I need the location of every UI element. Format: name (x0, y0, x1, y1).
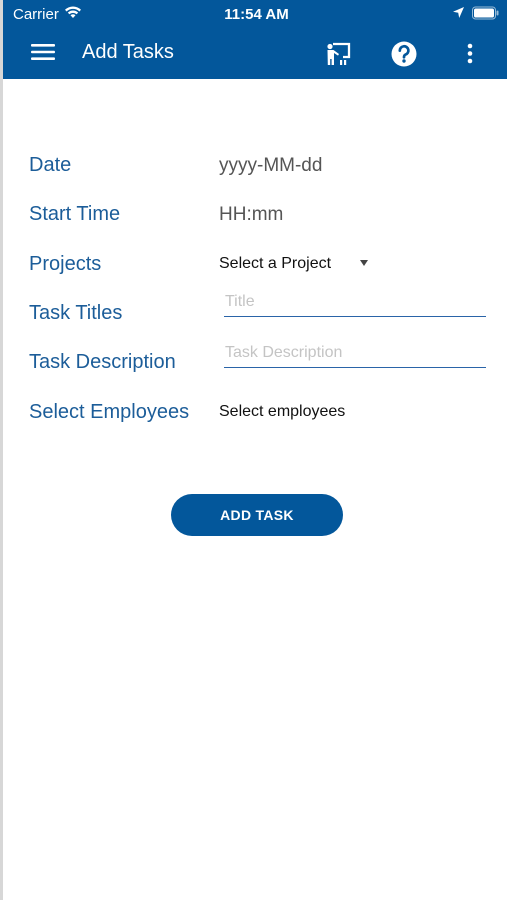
presentation-board-icon (324, 42, 354, 73)
add-tasks-screen: Carrier 11:54 AM Add Tasks Date yyyy-MM-… (0, 0, 507, 900)
date-picker[interactable]: yyyy-MM-dd (219, 155, 322, 177)
start-time-picker[interactable]: HH:mm (219, 204, 283, 226)
employees-selector[interactable]: Select employees (219, 403, 345, 421)
task-description-label: Task Description (29, 351, 176, 373)
board-button[interactable] (324, 39, 354, 69)
hamburger-menu-icon (31, 43, 55, 66)
task-title-input[interactable] (224, 287, 486, 317)
date-label: Date (29, 154, 72, 176)
select-employees-label: Select Employees (29, 401, 190, 423)
projects-dropdown[interactable]: Select a Project (219, 255, 331, 273)
add-task-button[interactable]: ADD TASK (171, 494, 343, 536)
more-options-button[interactable] (459, 39, 481, 69)
battery-icon (472, 6, 500, 25)
menu-button[interactable] (27, 40, 59, 68)
help-button[interactable] (389, 39, 419, 69)
start-time-label: Start Time (29, 203, 121, 225)
task-titles-label: Task Titles (29, 302, 123, 324)
projects-label: Projects (29, 253, 102, 275)
clock: 11:54 AM (224, 6, 289, 23)
help-icon (389, 41, 419, 73)
dropdown-arrow-icon[interactable] (360, 260, 368, 266)
page-title: Add Tasks (82, 41, 174, 63)
task-description-input[interactable] (224, 338, 486, 368)
location-arrow-icon (452, 6, 465, 24)
more-vert-icon (459, 43, 481, 73)
status-bar: Carrier 11:54 AM (3, 0, 507, 30)
app-bar: Add Tasks (3, 30, 507, 79)
